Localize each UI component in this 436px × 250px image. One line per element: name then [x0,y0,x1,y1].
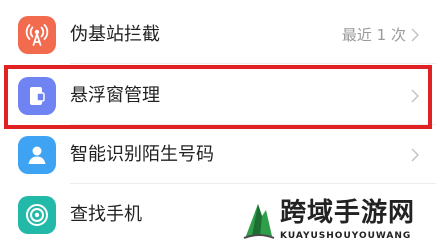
watermark-logo-icon [242,198,276,242]
antenna-tower-icon [18,16,56,54]
chevron-right-icon [408,28,422,42]
watermark: 跨域手游网 KUAYUSHOUYOUWANG [242,198,432,248]
chevron-right-icon [408,148,422,162]
watermark-subtitle: KUAYUSHOUYOUWANG [280,231,412,241]
settings-item-pseudo-base-station[interactable]: 伪基站拦截 最近 1 次 [0,6,436,64]
settings-item-label: 智能识别陌生号码 [70,144,214,165]
settings-item-label: 查找手机 [70,204,142,225]
settings-item-value: 最近 1 次 [341,26,406,44]
highlight-box [4,65,432,129]
divider [70,63,436,64]
person-icon [18,136,56,174]
settings-item-label: 伪基站拦截 [70,24,160,45]
radar-find-icon [18,196,56,234]
watermark-title: 跨域手游网 [280,198,416,228]
divider [70,183,436,184]
settings-item-identify-unknown-numbers[interactable]: 智能识别陌生号码 [0,126,436,184]
